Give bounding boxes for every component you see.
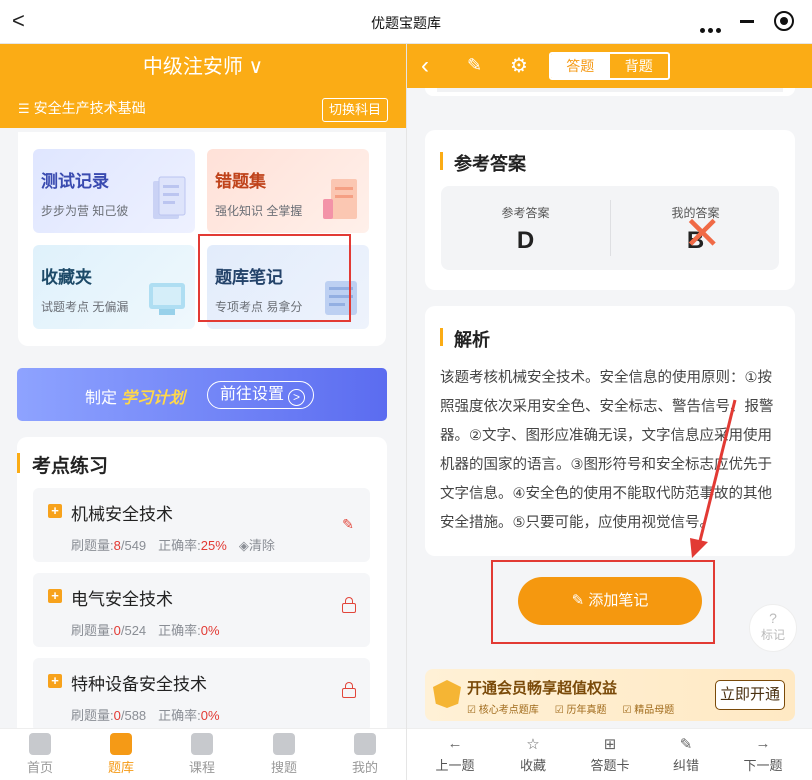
vip-banner[interactable]: 开通会员畅享超值权益 ☑ 核心考点题库 ☑ 历年真题 ☑ 精品母题 立即开通 <box>425 669 795 721</box>
lock-icon[interactable] <box>342 682 356 698</box>
study-plan-banner[interactable]: 制定 学习计划 前往设置 > <box>17 368 387 421</box>
practice-stats: 刷题量:0/524 正确率:0% <box>71 623 220 638</box>
crown-icon <box>433 680 461 708</box>
feature-test-records[interactable]: 测试记录 步步为营 知己彼 <box>33 149 195 233</box>
tab-courses[interactable]: 课程 <box>172 733 232 776</box>
practice-item[interactable]: + 特种设备安全技术 刷题量:0/588 正确率:0% <box>33 658 370 732</box>
exam-selector[interactable]: 中级注安师 ∨ <box>0 44 406 88</box>
user-icon <box>354 733 376 755</box>
analysis-card: 解析 该题考核机械安全技术。安全信息的使用原则：①按照强度依次采用安全色、安全标… <box>425 306 795 556</box>
list-icon: ☰ <box>18 101 30 116</box>
open-vip-button[interactable]: 立即开通 <box>715 680 785 710</box>
pencil-icon[interactable]: ✎ <box>340 516 356 532</box>
practice-stats: 刷题量:8/549 正确率:25% ◈清除 <box>71 538 275 553</box>
feature-favorites[interactable]: 收藏夹 试题考点 无偏漏 <box>33 245 195 329</box>
document-icon <box>110 733 132 755</box>
left-tab-bar: 首页 题库 课程 搜题 我的 <box>0 728 406 780</box>
gear-icon[interactable]: ⚙ <box>510 53 528 78</box>
eraser-icon: ◈ <box>238 538 249 553</box>
plan-text: 制定 学习计划 <box>85 390 186 407</box>
lock-icon[interactable] <box>342 597 356 613</box>
question-icon: ? <box>769 610 777 626</box>
pencil-icon[interactable]: ✎ <box>467 55 482 76</box>
tab-recite-mode[interactable]: 背题 <box>609 54 668 78</box>
answer-box: 参考答案 D 我的答案 B ✕ <box>441 186 779 270</box>
back-icon[interactable]: ‹ <box>421 52 429 80</box>
tab-answer-mode[interactable]: 答题 <box>551 54 610 78</box>
edit-icon: ✎ <box>679 736 693 753</box>
search-icon <box>273 733 295 755</box>
feature-wrong-questions[interactable]: 错题集 强化知识 全掌握 <box>207 149 369 233</box>
mode-toggle: 答题 背题 <box>549 52 670 80</box>
analysis-title: 解析 <box>440 326 490 352</box>
previous-question-button[interactable]: ← 上一题 <box>423 735 487 774</box>
app-title: 优题宝题库 <box>371 15 441 31</box>
vip-title: 开通会员畅享超值权益 <box>467 680 618 697</box>
practice-name: 机械安全技术 <box>71 505 173 524</box>
star-icon: ☆ <box>526 736 540 753</box>
expand-icon[interactable]: + <box>48 674 62 688</box>
left-panel: 中级注安师 ∨ ☰ 安全生产技术基础 切换科目 测试记录 步步为营 知己彼 错题集… <box>0 44 406 780</box>
home-icon <box>29 733 51 755</box>
tab-question-bank[interactable]: 题库 <box>91 733 151 776</box>
add-note-button[interactable]: ✎ 添加笔记 <box>518 577 702 625</box>
subject-bar: ☰ 安全生产技术基础 切换科目 <box>0 88 406 128</box>
report-error-button[interactable]: ✎ 纠错 <box>654 735 718 774</box>
previous-card-edge <box>425 88 795 96</box>
practice-item[interactable]: + 电气安全技术 刷题量:0/524 正确率:0% <box>33 573 370 647</box>
wrong-mark-icon: ✕ <box>683 207 722 259</box>
features-card: 测试记录 步步为营 知己彼 错题集 强化知识 全掌握 收藏夹 试题考点 无偏漏 … <box>18 132 386 346</box>
practice-name: 电气安全技术 <box>71 590 173 609</box>
pencil-icon: ✎ <box>571 592 589 609</box>
tab-profile[interactable]: 我的 <box>335 733 395 776</box>
practice-title: 考点练习 <box>17 451 108 478</box>
grid-icon: ⊞ <box>603 736 617 753</box>
tab-search[interactable]: 搜题 <box>254 733 314 776</box>
arrow-right-icon: → <box>755 735 771 752</box>
arrow-left-icon: ← <box>447 735 463 752</box>
notes-highlight-box <box>198 234 351 322</box>
right-panel: ‹ ✎ ⚙ 答题 背题 参考答案 参考答案 D 我的答案 B ✕ 解析 该题考核… <box>407 44 812 780</box>
expand-icon[interactable]: + <box>48 589 62 603</box>
plan-highlight: 学习计划 <box>121 390 186 407</box>
left-header: 中级注安师 ∨ ☰ 安全生产技术基础 切换科目 <box>0 44 406 128</box>
next-question-button[interactable]: → 下一题 <box>731 735 795 774</box>
play-icon <box>191 733 213 755</box>
wrong-illustration <box>323 179 357 219</box>
more-icon[interactable] <box>700 20 724 38</box>
practice-stats: 刷题量:0/588 正确率:0% <box>71 708 220 723</box>
subject-name: 安全生产技术基础 <box>33 100 146 116</box>
right-tab-bar: ← 上一题 ☆ 收藏 ⊞ 答题卡 ✎ 纠错 → 下一题 <box>407 728 812 780</box>
answer-sheet-button[interactable]: ⊞ 答题卡 <box>578 735 642 774</box>
mark-button[interactable]: ? 标记 <box>749 604 797 652</box>
reference-answer: 参考答案 D <box>501 206 550 254</box>
favorites-illustration <box>149 283 185 315</box>
vip-perks: ☑ 核心考点题库 ☑ 历年真题 ☑ 精品母题 <box>467 705 675 716</box>
chevron-right-icon: > <box>288 389 306 406</box>
question-toolbar: ‹ ✎ ⚙ 答题 背题 <box>407 44 812 88</box>
minimize-icon[interactable] <box>740 20 754 23</box>
switch-subject-button[interactable]: 切换科目 <box>321 98 388 122</box>
close-icon[interactable] <box>774 11 794 31</box>
reference-title: 参考答案 <box>440 150 526 176</box>
tab-home[interactable]: 首页 <box>10 733 70 776</box>
plan-setup-button[interactable]: 前往设置 > <box>207 381 315 409</box>
expand-icon[interactable]: + <box>48 504 62 518</box>
title-bar: < 优题宝题库 <box>0 0 812 44</box>
reference-answer-card: 参考答案 参考答案 D 我的答案 B ✕ <box>425 130 795 290</box>
practice-name: 特种设备安全技术 <box>71 675 207 694</box>
clear-button[interactable]: 清除 <box>249 538 275 553</box>
analysis-text: 该题考核机械安全技术。安全信息的使用原则：①按照强度依次采用安全色、安全标志、警… <box>440 370 774 531</box>
favorite-button[interactable]: ☆ 收藏 <box>501 735 565 774</box>
practice-item[interactable]: + 机械安全技术 刷题量:8/549 正确率:25% ◈清除 ✎ <box>33 488 370 562</box>
records-illustration <box>153 176 186 219</box>
